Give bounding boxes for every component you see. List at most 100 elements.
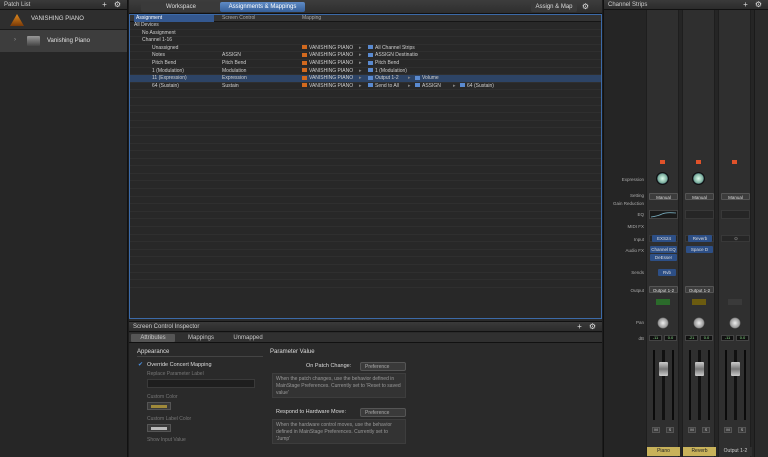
target-icon (368, 53, 373, 58)
table-row[interactable]: Unassigned VANISHING PIANO ▸ All Channel St… (130, 45, 601, 53)
row-label-input: Input (633, 237, 644, 242)
disclosure-icon[interactable]: › (14, 37, 16, 43)
mapping-cell: VANISHING PIANO (309, 52, 354, 59)
row-label-gain-reduction: Gain Reduction (612, 201, 644, 206)
solo-button[interactable]: S (702, 427, 710, 433)
replace-label-field[interactable] (147, 379, 255, 388)
divider (137, 356, 263, 357)
custom-label-color-swatch[interactable] (147, 424, 171, 432)
input-plugin[interactable]: EXS24 (652, 235, 676, 242)
tab-workspace[interactable]: Workspace (141, 2, 221, 12)
volume-fader[interactable] (659, 362, 668, 376)
audio-fx-slot[interactable]: DeEsser (650, 254, 677, 261)
patch-item[interactable]: › Vanishing Piano (0, 30, 127, 52)
table-row[interactable]: 1 (Modulation) Modulation VANISHING PIANO ▸… (130, 68, 601, 76)
tab-assignments[interactable]: Assignments & Mappings (220, 2, 305, 12)
table-row[interactable]: Notes ASSIGN VANISHING PIANO ▸ ASSIGN Destin… (130, 52, 601, 60)
link-icon[interactable]: ⊙ (731, 235, 741, 242)
mapping-cell: VANISHING PIANO (309, 67, 354, 74)
input-plugin[interactable]: Reverb (688, 235, 712, 242)
group-indicator (728, 299, 742, 305)
add-strip-icon[interactable]: + (741, 0, 750, 9)
strip-name[interactable]: Piano (647, 447, 680, 456)
respond-label: Respond to Hardware Move: (276, 409, 347, 415)
strip-name[interactable]: Output 1-2 (719, 447, 752, 456)
gear-icon[interactable]: ⚙ (754, 0, 763, 9)
chevron-right-icon[interactable]: ▸ (408, 75, 411, 82)
fader-track (662, 350, 665, 420)
custom-color-swatch[interactable] (147, 402, 171, 410)
pan-knob[interactable] (729, 317, 741, 329)
chevron-right-icon[interactable]: ▸ (408, 83, 411, 90)
empty-row (130, 159, 601, 167)
gear-icon[interactable]: ⚙ (113, 0, 122, 9)
chevron-right-icon[interactable]: ▸ (359, 52, 362, 59)
volume-fader[interactable] (731, 362, 740, 376)
tab-mappings[interactable]: Mappings (179, 334, 223, 342)
solo-button[interactable]: S (738, 427, 746, 433)
setting-button[interactable]: Manual (685, 193, 714, 200)
inspector-title: Screen Control Inspector (133, 324, 200, 330)
concert-name: VANISHING PIANO (31, 16, 84, 22)
add-icon[interactable]: + (575, 322, 584, 331)
tab-unmapped[interactable]: Unmapped (226, 334, 270, 342)
eq-thumbnail[interactable] (685, 210, 714, 219)
chevron-right-icon[interactable]: ▸ (359, 75, 362, 82)
send-slot[interactable]: Rvb (658, 269, 676, 276)
tree-row[interactable]: All Devices (130, 22, 601, 30)
concert-icon (302, 68, 307, 73)
param-cell: Volume (422, 75, 439, 82)
assignment-cell: 11 (Expression) (152, 75, 187, 82)
row-label-audio-fx: Audio FX (625, 248, 644, 253)
table-row[interactable]: 64 (Sustain) Sustain VANISHING PIANO ▸ Send … (130, 83, 601, 91)
mode-tabbar: Workspace Assignments & Mappings Assign … (129, 0, 602, 14)
on-patch-change-select[interactable]: Preference (360, 362, 406, 371)
led-icon (732, 160, 737, 164)
checkbox-checked-icon[interactable]: ✔ (138, 361, 143, 368)
assign-map-button[interactable]: Assign & Map (531, 2, 577, 12)
respond-select[interactable]: Preference (360, 408, 406, 417)
add-patch-icon[interactable]: + (100, 0, 109, 9)
chevron-right-icon[interactable]: ▸ (359, 60, 362, 67)
chevron-right-icon[interactable]: ▸ (359, 68, 362, 75)
output-slot[interactable]: Output 1-2 (649, 286, 678, 293)
table-row[interactable]: Pitch Bend Pitch Bend VANISHING PIANO ▸ Pitc… (130, 60, 601, 68)
expression-knob[interactable] (692, 172, 705, 185)
column-assignment[interactable]: Assignment (134, 15, 214, 22)
mute-button[interactable]: M (688, 427, 696, 433)
strip-name[interactable]: Reverb (683, 447, 716, 456)
gear-icon[interactable]: ⚙ (588, 322, 597, 331)
workspace-area: Workspace Assignments & Mappings Assign … (129, 0, 602, 457)
volume-fader[interactable] (695, 362, 704, 376)
screen-control-cell: Pitch Bend (222, 59, 247, 66)
empty-row (130, 128, 601, 136)
solo-button[interactable]: S (666, 427, 674, 433)
peak-readout: -21 (685, 335, 698, 341)
audio-fx-slot[interactable]: Channel EQ (650, 246, 677, 253)
output-slot[interactable]: Output 1-2 (685, 286, 714, 293)
mute-button[interactable]: M (652, 427, 660, 433)
setting-button[interactable]: Manual (721, 193, 750, 200)
override-label: Override Concert Mapping (147, 362, 212, 368)
eq-thumbnail[interactable] (649, 210, 678, 219)
gear-icon[interactable]: ⚙ (581, 2, 590, 11)
chevron-right-icon[interactable]: ▸ (453, 83, 456, 90)
column-mapping[interactable]: Mapping (302, 15, 321, 22)
pan-knob[interactable] (657, 317, 669, 329)
mute-button[interactable]: M (724, 427, 732, 433)
empty-row (130, 181, 601, 190)
eq-thumbnail[interactable] (721, 210, 750, 219)
pan-knob[interactable] (693, 317, 705, 329)
tab-attributes[interactable]: Attributes (131, 334, 175, 342)
audio-fx-slot[interactable]: Space D (686, 246, 713, 253)
empty-row (130, 98, 601, 106)
tree-row[interactable]: Channel 1-16 (130, 37, 601, 45)
tree-row[interactable]: No Assignment (130, 30, 601, 38)
concert-row[interactable]: VANISHING PIANO (0, 10, 127, 30)
chevron-right-icon[interactable]: ▸ (359, 45, 362, 52)
table-row[interactable]: 11 (Expression) Expression VANISHING PIANO… (130, 75, 601, 83)
chevron-right-icon[interactable]: ▸ (359, 83, 362, 90)
setting-button[interactable]: Manual (649, 193, 678, 200)
expression-knob[interactable] (656, 172, 669, 185)
column-screen-control[interactable]: Screen Control (222, 15, 255, 22)
